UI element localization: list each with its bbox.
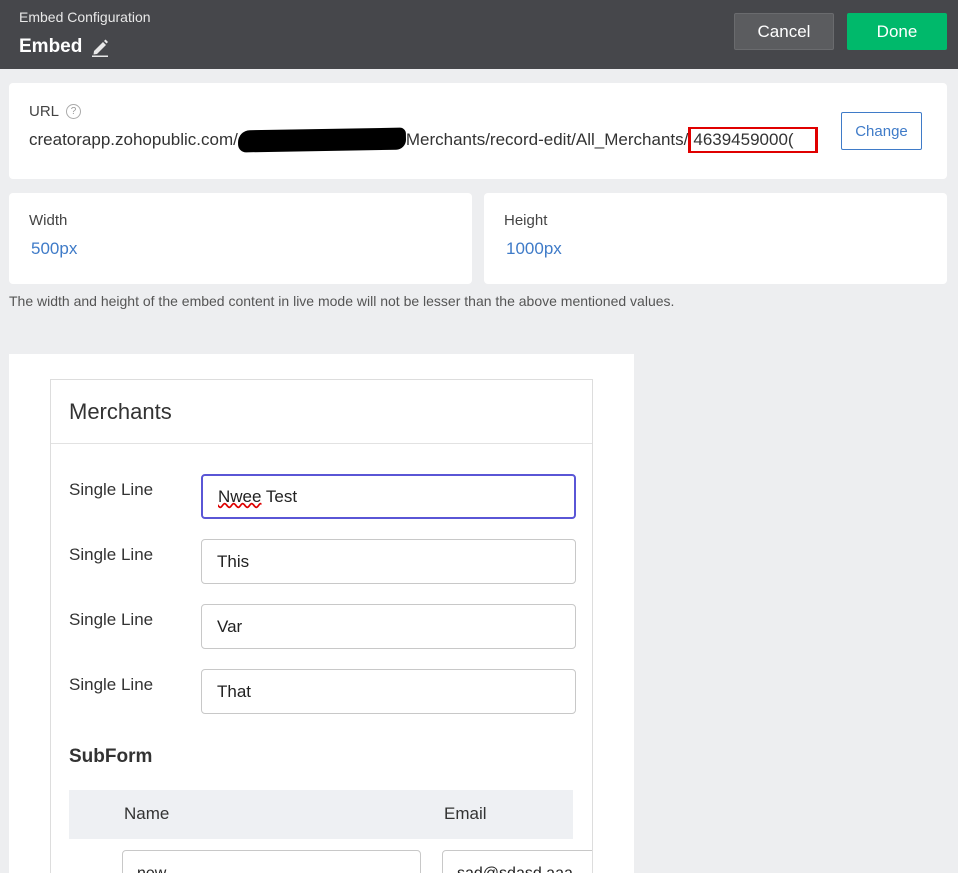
subform-name-input[interactable]: new: [122, 850, 421, 873]
pencil-icon[interactable]: [91, 37, 109, 57]
form-container: Merchants Single Line Nwee Test Single L…: [50, 379, 593, 873]
url-record-id: 4639459000(: [688, 127, 819, 153]
single-line-input[interactable]: Nwee Test: [201, 474, 576, 519]
subform-column-name: Name: [124, 804, 170, 823]
change-url-button[interactable]: Change: [841, 112, 922, 150]
form-divider: [51, 443, 592, 444]
subform-email-input[interactable]: sad@sdasd.aaa: [442, 850, 592, 873]
url-path: Merchants/record-edit/All_Merchants/: [405, 130, 689, 149]
header-bar: Embed Configuration Embed Cancel Done: [0, 0, 958, 69]
field-label: Single Line: [69, 480, 154, 499]
form-title: Merchants: [69, 399, 172, 424]
single-line-input[interactable]: That: [201, 669, 576, 714]
url-label: URL ?: [29, 103, 82, 120]
field-label: Single Line: [69, 610, 154, 629]
field-label: Single Line: [69, 675, 154, 694]
height-label: Height: [504, 212, 548, 229]
header-title: Embed: [19, 36, 83, 57]
input-text: Test: [261, 486, 298, 506]
embed-preview: Merchants Single Line Nwee Test Single L…: [9, 354, 634, 873]
single-line-input[interactable]: This: [201, 539, 576, 584]
header-subtitle: Embed Configuration: [19, 9, 151, 25]
help-icon[interactable]: ?: [66, 104, 82, 119]
url-card: URL ? creatorapp.zohopublic.com/ Merchan…: [9, 83, 947, 179]
width-label: Width: [29, 212, 68, 229]
url-label-text: URL: [29, 103, 60, 120]
subform-column-email: Email: [444, 804, 487, 823]
subform-title: SubForm: [69, 746, 153, 767]
field-label: Single Line: [69, 545, 154, 564]
height-card: Height 1000px: [484, 193, 947, 284]
misspelled-word: Nwee: [218, 486, 262, 506]
width-card: Width 500px: [9, 193, 472, 284]
url-value: creatorapp.zohopublic.com/ Merchants/rec…: [29, 127, 837, 153]
width-value[interactable]: 500px: [31, 239, 77, 259]
single-line-input[interactable]: Var: [201, 604, 576, 649]
done-button[interactable]: Done: [847, 13, 947, 50]
subform-header: Name Email: [69, 790, 573, 839]
url-prefix: creatorapp.zohopublic.com/: [29, 130, 238, 149]
redaction-scribble: [237, 127, 407, 153]
height-value[interactable]: 1000px: [506, 239, 562, 259]
cancel-button[interactable]: Cancel: [734, 13, 834, 50]
dimensions-note: The width and height of the embed conten…: [9, 293, 675, 309]
